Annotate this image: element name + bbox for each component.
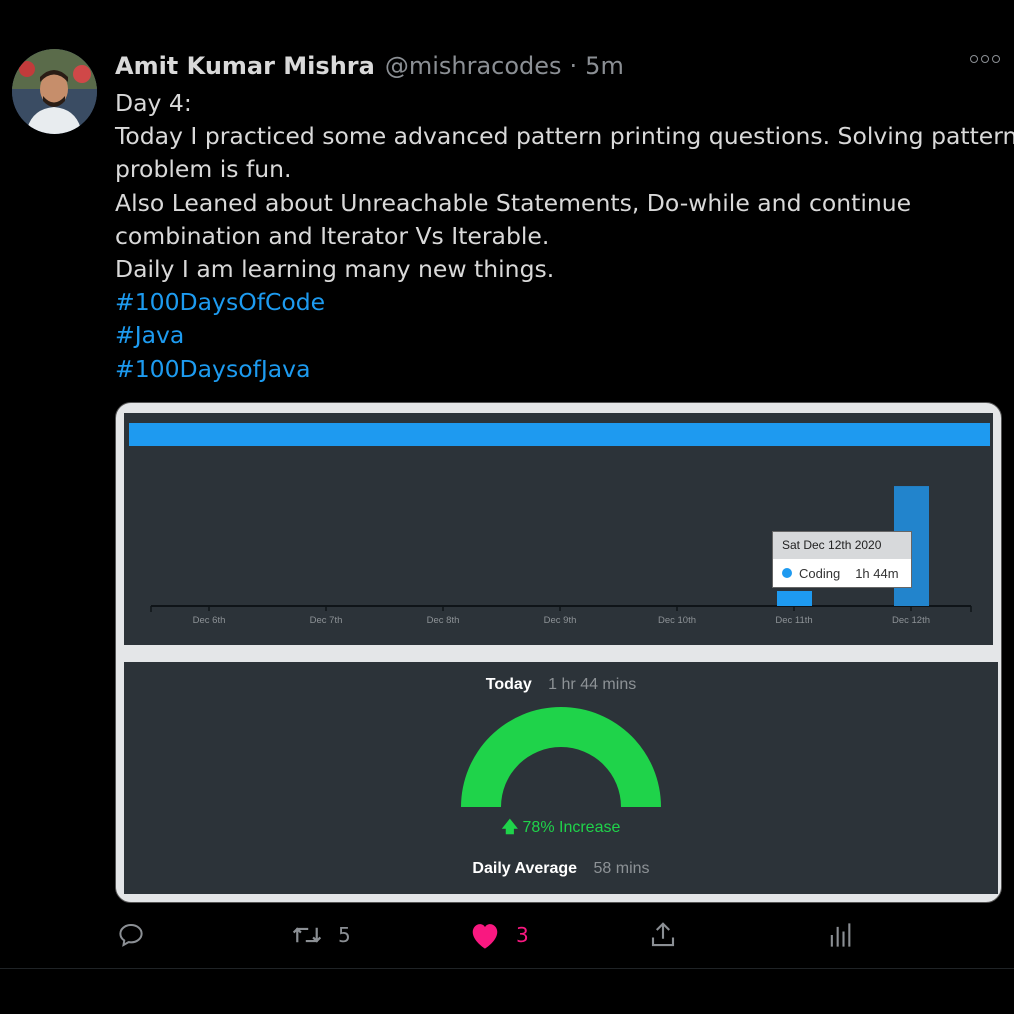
average-value: 58 mins <box>593 860 650 877</box>
today-label: Today <box>485 676 532 693</box>
x-tick-label: Dec 11th <box>775 615 812 626</box>
series-dot-icon <box>782 568 792 578</box>
tooltip-title: Sat Dec 12th 2020 <box>773 532 911 559</box>
summary-panel: Today 1 hr 44 mins 🡅 78% Increase Daily … <box>124 662 998 894</box>
divider <box>0 968 1014 969</box>
hashtag-link[interactable]: #Java <box>115 319 1005 352</box>
x-tick-label: Dec 6th <box>193 615 226 626</box>
retweet-icon <box>292 927 322 943</box>
more-options-icon[interactable] <box>970 55 1000 63</box>
tweet-line: Also Leaned about Unreachable Statements… <box>115 188 912 217</box>
chart-tooltip: Sat Dec 12th 2020 Coding 1h 44m <box>772 531 912 588</box>
reply-icon <box>119 923 143 947</box>
avatar-image <box>12 49 97 134</box>
hashtag-link[interactable]: #100DaysOfCode <box>115 286 1005 319</box>
tweet-line: Today I practiced some advanced pattern … <box>115 122 1014 151</box>
increase-indicator: 🡅 78% Increase <box>124 816 998 843</box>
tweet-line: Day 4: <box>115 89 192 117</box>
increase-text: 78% Increase <box>522 819 621 836</box>
today-value: 1 hr 44 mins <box>548 676 637 693</box>
share-icon <box>651 922 675 947</box>
retweet-count: 5 <box>338 923 351 947</box>
gauge-arc <box>461 707 661 807</box>
avatar[interactable] <box>12 49 97 134</box>
bar-dec-11th <box>777 591 812 606</box>
hashtag-link[interactable]: #100DaysofJava <box>115 353 1005 386</box>
author-name[interactable]: Amit Kumar Mishra <box>115 52 375 80</box>
analytics-icon <box>830 923 851 947</box>
tweet-body: Day 4: Today I practiced some advanced p… <box>115 87 1014 386</box>
reply-button[interactable] <box>116 920 146 950</box>
analytics-button[interactable] <box>826 920 854 950</box>
media-image[interactable]: Dec 6th Dec 7th Dec 8th Dec 9th Dec 10th Dec … <box>115 402 1002 903</box>
x-tick-label: Dec 9th <box>544 615 577 626</box>
tweet-line: Daily I am learning many new things. <box>115 255 555 284</box>
average-label: Daily Average <box>472 860 578 877</box>
bar-chart: Dec 6th Dec 7th Dec 8th Dec 9th Dec 10th Dec … <box>150 486 972 626</box>
share-button[interactable] <box>648 920 678 950</box>
average-row: Daily Average 58 mins <box>124 860 998 878</box>
today-row: Today 1 hr 44 mins <box>124 676 998 694</box>
tweet-line: combination and Iterator Vs Iterable. <box>115 221 550 250</box>
tooltip-series: Coding <box>799 565 841 581</box>
tweet-line: problem is fun. <box>115 155 292 184</box>
like-button[interactable]: 3 <box>468 920 529 950</box>
chart-panel: Dec 6th Dec 7th Dec 8th Dec 9th Dec 10th Dec … <box>124 413 993 645</box>
tweet-time[interactable]: 5m <box>585 52 624 80</box>
x-tick-label: Dec 12th <box>892 615 930 626</box>
arrow-up-icon: 🡅 <box>501 819 519 836</box>
x-tick-label: Dec 7th <box>310 615 343 626</box>
author-handle[interactable]: @mishracodes <box>385 52 562 80</box>
x-tick-label: Dec 10th <box>658 615 696 626</box>
separator-dot: · <box>569 52 578 80</box>
tooltip-value: 1h 44m <box>855 565 899 581</box>
tweet-header: Amit Kumar Mishra @mishracodes · 5m <box>115 50 624 82</box>
heart-icon <box>472 924 498 949</box>
like-count: 3 <box>516 923 529 947</box>
retweet-button[interactable]: 5 <box>290 920 351 950</box>
tweet-actions: 5 3 <box>0 920 1014 956</box>
x-tick-label: Dec 8th <box>427 615 460 626</box>
